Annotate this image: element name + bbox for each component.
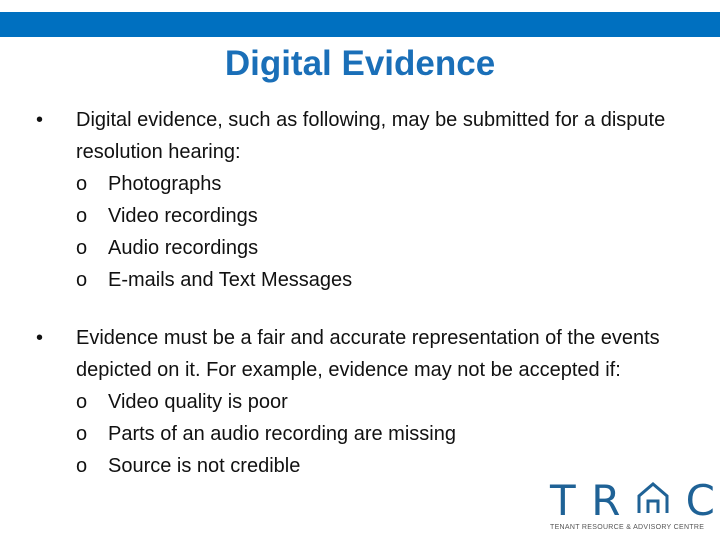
sub-text: Audio recordings	[108, 237, 259, 259]
sub-marker: o	[76, 173, 88, 195]
sub-item: o Parts of an audio recording are missing	[76, 418, 692, 450]
trac-logo: T R C TENANT RESOURCE & ADVISORY CENTRE	[550, 476, 715, 538]
sub-item: o Photographs	[76, 168, 692, 200]
bullet-text: Digital evidence, such as following, may…	[76, 109, 666, 163]
house-icon	[636, 476, 670, 525]
sub-marker: o	[76, 391, 88, 413]
sub-text: Photographs	[108, 173, 222, 195]
sub-marker: o	[76, 269, 88, 291]
sub-text: Parts of an audio recording are missing	[108, 423, 456, 445]
logo-wordmark: T R C	[550, 476, 715, 525]
header-accent-bar	[0, 12, 720, 37]
bullet-item: • Digital evidence, such as following, m…	[32, 104, 692, 296]
sub-text: Video quality is poor	[108, 391, 288, 413]
bullet-item: • Evidence must be a fair and accurate r…	[32, 322, 692, 482]
slide-title: Digital Evidence	[224, 44, 496, 83]
sub-marker: o	[76, 455, 88, 477]
logo-letter-r: R	[591, 475, 621, 525]
sub-item: o Video quality is poor	[76, 386, 692, 418]
sub-item: o Video recordings	[76, 200, 692, 232]
sub-text: Source is not credible	[108, 455, 301, 477]
bullet-marker: •	[36, 109, 44, 131]
bullet-marker: •	[36, 327, 44, 349]
slide-content: • Digital evidence, such as following, m…	[32, 104, 692, 482]
sub-item: o E-mails and Text Messages	[76, 264, 692, 296]
sub-list: o Video quality is poor o Parts of an audi…	[76, 386, 692, 482]
sub-text: E-mails and Text Messages	[108, 269, 353, 291]
sub-marker: o	[76, 423, 88, 445]
logo-tagline: TENANT RESOURCE & ADVISORY CENTRE	[550, 524, 705, 531]
sub-list: o Photographs o Video recordings o Audio re…	[76, 168, 692, 296]
sub-text: Video recordings	[108, 205, 258, 227]
logo-letter-c: C	[685, 475, 715, 525]
sub-marker: o	[76, 205, 88, 227]
sub-marker: o	[76, 237, 88, 259]
logo-letter-t: T	[550, 475, 576, 525]
bullet-text: Evidence must be a fair and accurate rep…	[76, 327, 660, 381]
sub-item: o Audio recordings	[76, 232, 692, 264]
